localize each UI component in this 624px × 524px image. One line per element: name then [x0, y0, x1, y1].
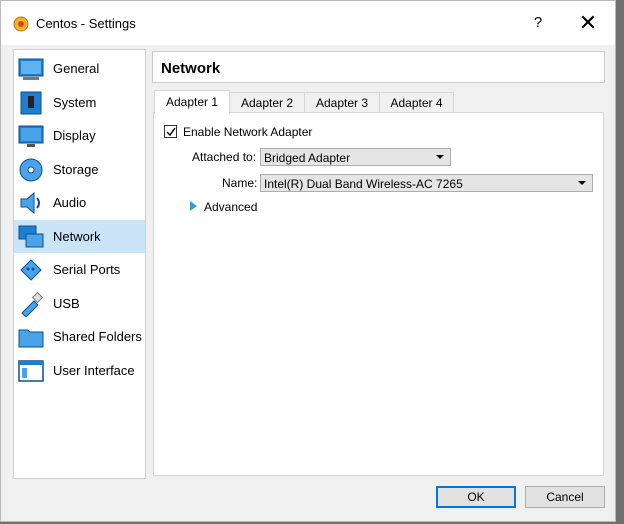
attached-to-select[interactable]: Bridged Adapter: [260, 148, 451, 166]
usb-icon: [18, 291, 44, 318]
audio-icon: [18, 190, 44, 216]
sidebar-item-label: Network: [53, 229, 101, 244]
advanced-toggle[interactable]: Advanced: [204, 200, 257, 214]
sidebar-item-usb[interactable]: USB: [14, 287, 145, 320]
sidebar-item-shared-folders[interactable]: Shared Folders: [14, 320, 145, 353]
attached-to-label: Attached to:: [192, 150, 257, 164]
display-icon: [18, 123, 44, 149]
shared-folders-icon: [18, 324, 44, 350]
cancel-button[interactable]: Cancel: [525, 486, 605, 508]
adapter-name-value: Intel(R) Dual Band Wireless-AC 7265: [264, 177, 463, 191]
sidebar-item-general[interactable]: General: [14, 52, 145, 85]
checkmark-icon: [166, 127, 176, 137]
sidebar-item-label: General: [53, 61, 100, 76]
adapter-name-select[interactable]: Intel(R) Dual Band Wireless-AC 7265: [260, 174, 593, 192]
expand-arrow-icon[interactable]: [190, 201, 197, 211]
settings-window: Centos - Settings ? ✕ General System Dis…: [0, 0, 616, 522]
tab-adapter-2[interactable]: Adapter 2: [229, 92, 305, 113]
window-title: Centos - Settings: [36, 16, 136, 31]
sidebar-item-label: Display: [53, 128, 96, 143]
sidebar-item-label: Audio: [53, 195, 87, 210]
sidebar-item-label: USB: [53, 296, 80, 311]
sidebar-item-serial-ports[interactable]: Serial Ports: [14, 253, 145, 286]
tab-adapter-3[interactable]: Adapter 3: [304, 92, 380, 113]
enable-adapter-checkbox[interactable]: [164, 125, 177, 138]
adapter-name-label: Name:: [222, 176, 258, 190]
virtualbox-icon: [13, 16, 29, 32]
user-interface-icon: [18, 358, 44, 384]
enable-adapter-label[interactable]: Enable Network Adapter: [183, 125, 312, 139]
sidebar-item-label: Serial Ports: [53, 262, 121, 277]
serial-ports-icon: [18, 257, 44, 283]
sidebar-item-label: Storage: [53, 162, 99, 177]
network-icon: [18, 224, 44, 250]
close-button[interactable]: ✕: [573, 10, 603, 36]
system-icon: [18, 90, 44, 116]
help-button[interactable]: ?: [525, 10, 551, 36]
general-icon: [18, 56, 44, 82]
page-header: Network: [152, 51, 605, 83]
tab-adapter-4[interactable]: Adapter 4: [379, 92, 454, 113]
sidebar-item-storage[interactable]: Storage: [14, 153, 145, 186]
chevron-down-icon: [436, 155, 444, 159]
sidebar-item-label: User Interface: [53, 363, 135, 378]
tab-adapter-1[interactable]: Adapter 1: [154, 90, 230, 114]
adapter-panel: Enable Network Adapter Attached to: Brid…: [153, 112, 604, 476]
attached-to-value: Bridged Adapter: [264, 151, 351, 165]
sidebar-item-display[interactable]: Display: [14, 119, 145, 152]
page-title: Network: [161, 60, 221, 77]
sidebar-item-network[interactable]: Network: [14, 220, 145, 253]
sidebar-item-user-interface[interactable]: User Interface: [14, 354, 145, 387]
sidebar-item-label: Shared Folders: [53, 329, 142, 344]
sidebar-item-label: System: [53, 95, 97, 110]
settings-sidebar: General System Display Storage Audio Net…: [13, 49, 146, 479]
sidebar-item-audio[interactable]: Audio: [14, 186, 145, 219]
ok-button[interactable]: OK: [436, 486, 516, 508]
sidebar-item-system[interactable]: System: [14, 86, 145, 119]
chevron-down-icon: [578, 181, 586, 185]
title-bar: Centos - Settings ? ✕: [1, 1, 615, 45]
storage-icon: [18, 157, 44, 183]
